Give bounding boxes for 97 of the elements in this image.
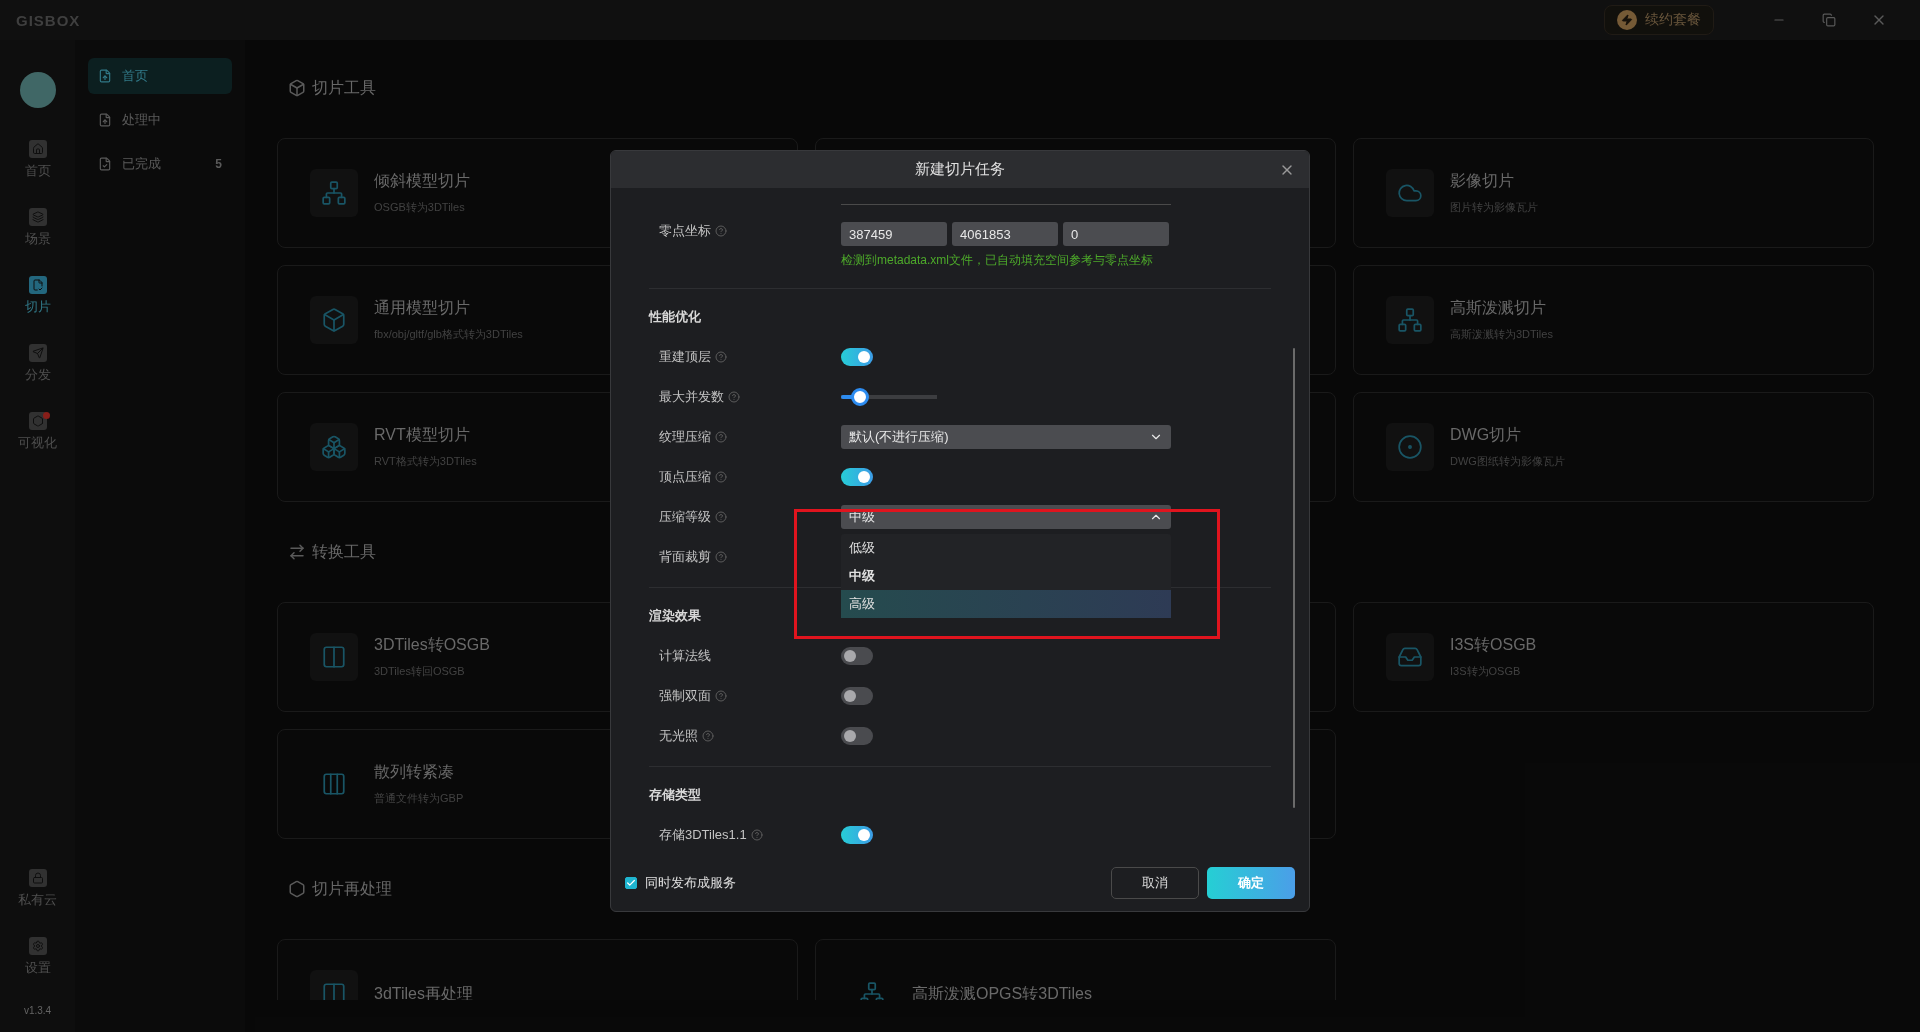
group-title: 渲染效果 [649, 607, 701, 626]
tool-icon [321, 771, 347, 797]
toggle-switch[interactable] [841, 647, 873, 666]
dropdown-option[interactable]: 高级 [841, 590, 1171, 619]
field-label: 计算法线 [659, 647, 711, 666]
dropdown-option[interactable]: 中级 [841, 562, 1171, 591]
help-icon[interactable] [715, 471, 727, 484]
bolt-icon [1617, 10, 1637, 30]
file-icon [98, 69, 112, 83]
section-icon [288, 79, 306, 97]
restore-icon [1822, 13, 1836, 27]
card-title: 高斯泼溅OPGS转3DTiles [912, 983, 1092, 1000]
version-label: v1.3.4 [23, 1005, 52, 1016]
dialog-title: 新建切片任务 [915, 160, 1005, 180]
layers-icon [28, 208, 47, 226]
tool-icon [1386, 296, 1434, 344]
section-icon [288, 880, 306, 898]
rail-item[interactable]: 设置 [0, 923, 75, 991]
help-icon[interactable] [715, 431, 727, 444]
home-icon [28, 140, 47, 158]
field-label: 背面裁剪 [659, 548, 711, 567]
coordinate-input[interactable]: 4061853 [952, 222, 1058, 247]
rail-item[interactable]: 分发 [0, 330, 75, 398]
field-label: 重建顶层 [659, 348, 711, 367]
file-icon [98, 157, 112, 171]
toggle-switch[interactable] [841, 826, 873, 845]
card-title: 高斯泼溅切片 [1450, 298, 1547, 318]
card-title: 3DTiles转OSGB [374, 635, 490, 655]
help-icon[interactable] [728, 391, 740, 404]
checkbox-label: 同时发布成服务 [645, 874, 736, 893]
toggle-switch[interactable] [841, 687, 873, 706]
tool-card[interactable]: 高斯泼溅OPGS转3DTiles [815, 939, 1336, 1000]
tool-icon [310, 423, 358, 471]
settings-icon [28, 937, 47, 955]
help-icon[interactable] [715, 351, 727, 364]
nav-item[interactable]: 已完成 5 [88, 146, 232, 182]
tool-icon [310, 633, 358, 681]
help-icon[interactable] [715, 511, 727, 524]
card-title: 通用模型切片 [374, 298, 471, 318]
card-title: 倾斜模型切片 [374, 171, 470, 191]
card-title: 散列转紧凑 [374, 762, 455, 782]
group-title: 存储类型 [649, 786, 701, 805]
tool-icon [1386, 423, 1434, 471]
help-icon[interactable] [702, 730, 714, 743]
field-label: 压缩等级 [659, 508, 711, 527]
count-label: 5 [215, 157, 222, 171]
coordinate-input[interactable]: 0 [1063, 222, 1169, 247]
card-title: DWG切片 [1450, 425, 1523, 445]
nav-item[interactable]: 首页 [88, 58, 232, 94]
tool-icon [1386, 169, 1434, 217]
toggle-switch[interactable] [841, 468, 873, 487]
file-icon [98, 113, 112, 127]
toggle-switch[interactable] [841, 348, 873, 367]
tool-icon [859, 981, 885, 1000]
tool-icon [310, 169, 358, 217]
checkbox[interactable] [625, 877, 637, 890]
section-title: 切片工具 [312, 77, 376, 98]
nav-item[interactable]: 处理中 [88, 102, 232, 138]
rail-item[interactable]: 场景 [0, 194, 75, 262]
card-title: 影像切片 [1450, 171, 1515, 191]
section-icon [288, 543, 306, 561]
field-label: 无光照 [659, 727, 698, 746]
tool-icon [1386, 633, 1434, 681]
tool-icon [310, 296, 358, 344]
dropdown-option[interactable]: 低级 [841, 534, 1171, 563]
select-field[interactable]: 默认(不进行压缩) [841, 425, 1171, 450]
rail-item[interactable]: 私有云 [0, 855, 75, 923]
help-icon[interactable] [750, 829, 763, 842]
help-icon[interactable] [715, 225, 727, 238]
rail-item[interactable]: 首页 [0, 126, 75, 194]
card-title: I3S转OSGB [1450, 635, 1537, 655]
file-check-icon [28, 276, 47, 294]
help-icon[interactable] [715, 690, 727, 703]
card-title: RVT模型切片 [374, 425, 471, 445]
field-label: 强制双面 [659, 687, 711, 706]
avatar[interactable] [19, 72, 56, 108]
field-label: 顶点压缩 [659, 468, 711, 487]
rail-item[interactable]: 切片 [0, 262, 75, 330]
tool-card[interactable]: 3dTiles再处理 [277, 939, 798, 1000]
rail-item[interactable]: 可视化 [0, 398, 75, 466]
section-title: 切片再处理 [312, 878, 392, 899]
toggle-switch[interactable] [841, 727, 873, 746]
slider-thumb[interactable] [851, 388, 870, 407]
lock-icon [28, 869, 47, 887]
cancel-button[interactable]: 取消 [1111, 867, 1199, 900]
section-title: 转换工具 [312, 541, 376, 562]
card-title: 3dTiles再处理 [374, 983, 473, 1000]
renew-button[interactable]: 续约套餐 [1604, 5, 1714, 35]
group-title: 性能优化 [649, 308, 701, 327]
hint-text: 检测到metadata.xml文件，已自动填充空间参考与零点坐标 [841, 252, 1155, 270]
scrollbar[interactable] [1293, 348, 1295, 809]
field-label: 纹理压缩 [659, 428, 711, 447]
send-icon [28, 344, 47, 362]
coordinate-input[interactable]: 387459 [841, 222, 947, 247]
field-label: 零点坐标 [659, 222, 711, 241]
confirm-button[interactable]: 确定 [1207, 867, 1295, 900]
help-icon[interactable] [715, 551, 727, 564]
